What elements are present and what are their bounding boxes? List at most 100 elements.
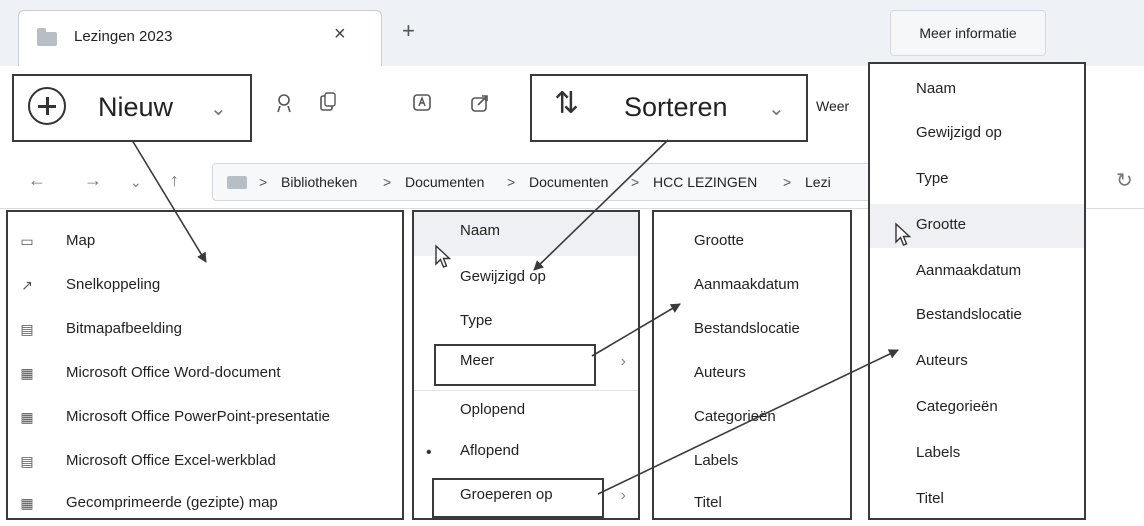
close-icon[interactable]: × [334,23,346,46]
chevron-down-icon: ⌄ [210,98,227,120]
menu-item-labels[interactable]: Labels [654,440,850,484]
menu-item-naam[interactable]: Naam [870,68,1084,112]
menu-item-label: Microsoft Office PowerPoint-presentatie [66,408,331,425]
breadcrumb-item[interactable]: Documenten [405,174,484,190]
rename-icon[interactable] [412,92,434,120]
new-tab-button[interactable]: + [402,18,415,44]
breadcrumb-separator: > [507,174,516,190]
folder-icon [37,28,57,46]
excel-icon: ▤ [20,453,34,469]
forward-arrow-icon[interactable]: → [84,170,102,191]
share-icon[interactable] [470,92,492,120]
menu-item-label: Labels [916,444,961,461]
word-icon: ▦ [20,365,34,381]
menu-item-bitmap[interactable]: ▤ Bitmapafbeelding [8,308,402,352]
more-info-tooltip: Meer informatie [890,10,1046,56]
menu-item-titel[interactable]: Titel [654,482,850,526]
mouse-cursor-icon [435,244,452,268]
folder-add-icon: ▭ [20,233,34,249]
breadcrumb-item[interactable]: Lezi [805,174,831,190]
menu-item-label: Map [66,232,96,249]
view-button-label[interactable]: Weer [816,98,849,114]
menu-item-label: Naam [460,222,501,239]
menu-item-powerpoint[interactable]: ▦ Microsoft Office PowerPoint-presentati… [8,396,402,440]
tab-lezingen-2023[interactable]: Lezingen 2023 × [18,10,382,67]
menu-item-titel[interactable]: Titel [870,478,1084,522]
back-arrow-icon[interactable]: ← [28,170,46,191]
menu-item-gewijzigd-op[interactable]: Gewijzigd op [870,112,1084,156]
up-arrow-icon[interactable]: ↑ [170,170,179,191]
breadcrumb-item[interactable]: HCC LEZINGEN [653,174,757,190]
menu-item-label: Titel [916,490,944,507]
more-submenu: Grootte Aanmaakdatum Bestandslocatie Aut… [652,210,852,520]
menu-item-zip[interactable]: ▦ Gecomprimeerde (gezipte) map [8,482,402,526]
bitmap-icon: ▤ [20,321,34,337]
new-menu: ▭ Map ↗ Snelkoppeling ▤ Bitmapafbeelding… [6,210,404,520]
menu-item-label: Categorieën [694,408,776,425]
breadcrumb-separator: > [383,174,392,190]
group-by-submenu: Naam Gewijzigd op Type Grootte Aanmaakda… [868,62,1086,520]
menu-item-bestandslocatie[interactable]: Bestandslocatie [654,308,850,352]
plus-icon [28,87,66,125]
menu-item-aanmaakdatum[interactable]: Aanmaakdatum [870,250,1084,294]
copy-icon[interactable] [318,92,338,120]
menu-item-label: Aflopend [460,442,520,459]
menu-item-word[interactable]: ▦ Microsoft Office Word-document [8,352,402,396]
tab-bar: Lezingen 2023 × + Meer informatie [0,0,1144,67]
cut-icon[interactable] [274,92,294,120]
menu-item-label: Auteurs [916,352,968,369]
menu-item-label: Snelkoppeling [66,276,161,293]
menu-item-label: Aanmaakdatum [916,262,1022,279]
menu-item-grootte[interactable]: Grootte [654,220,850,264]
menu-item-label: Type [460,312,493,329]
menu-item-label: Type [916,170,949,187]
refresh-icon[interactable]: ↻ [1116,168,1133,193]
menu-item-label: Grootte [916,216,967,233]
menu-item-label: Microsoft Office Word-document [66,364,281,381]
menu-item-label: Gewijzigd op [460,268,546,285]
menu-item-label: Meer [460,352,495,369]
menu-item-label: Bitmapafbeelding [66,320,182,337]
menu-item-meer[interactable]: Meer › [414,342,638,386]
breadcrumb-item[interactable]: Bibliotheken [281,174,357,190]
menu-item-label: Categorieën [916,398,998,415]
menu-item-categorieen[interactable]: Categorieën [654,396,850,440]
menu-item-groeperen-op[interactable]: Groeperen op › [414,476,638,520]
menu-item-label: Aanmaakdatum [694,276,800,293]
meer-highlight-box [434,344,596,386]
recent-chevron-icon[interactable]: ⌄ [130,174,142,191]
menu-item-aanmaakdatum[interactable]: Aanmaakdatum [654,264,850,308]
powerpoint-icon: ▦ [20,409,34,425]
selected-bullet-icon: • [426,444,432,461]
menu-item-label: Labels [694,452,739,469]
menu-item-bestandslocatie[interactable]: Bestandslocatie [870,294,1084,338]
menu-item-label: Bestandslocatie [694,320,800,337]
breadcrumb-separator: > [631,174,640,190]
menu-item-aflopend[interactable]: • Aflopend [414,434,638,478]
sort-arrows-icon: ⇅ [554,87,580,120]
sort-button[interactable]: ⇅ Sorteren ⌄ [530,74,808,142]
tab-title: Lezingen 2023 [74,28,173,45]
menu-item-label: Bestandslocatie [916,306,1022,323]
breadcrumb-item[interactable]: Documenten [529,174,608,190]
sort-button-label: Sorteren [624,92,728,122]
chevron-right-icon: › [620,353,626,370]
new-button[interactable]: Nieuw ⌄ [12,74,252,142]
menu-item-snelkoppeling[interactable]: ↗ Snelkoppeling [8,264,402,308]
menu-item-categorieen[interactable]: Categorieën [870,386,1084,430]
menu-item-type[interactable]: Type [870,158,1084,202]
menu-item-label: Titel [694,494,722,511]
breadcrumb-separator: > [783,174,792,190]
zip-icon: ▦ [20,495,34,511]
menu-item-type[interactable]: Type [414,300,638,344]
chevron-right-icon: › [620,487,626,504]
menu-item-label: Oplopend [460,401,526,418]
menu-item-label: Groeperen op [460,486,553,503]
menu-item-map[interactable]: ▭ Map [8,220,402,264]
menu-item-labels[interactable]: Labels [870,432,1084,476]
menu-item-excel[interactable]: ▤ Microsoft Office Excel-werkblad [8,440,402,484]
menu-item-auteurs[interactable]: Auteurs [654,352,850,396]
menu-item-auteurs[interactable]: Auteurs [870,340,1084,384]
menu-item-label: Gewijzigd op [916,124,1002,141]
menu-item-oplopend[interactable]: Oplopend [414,390,638,435]
